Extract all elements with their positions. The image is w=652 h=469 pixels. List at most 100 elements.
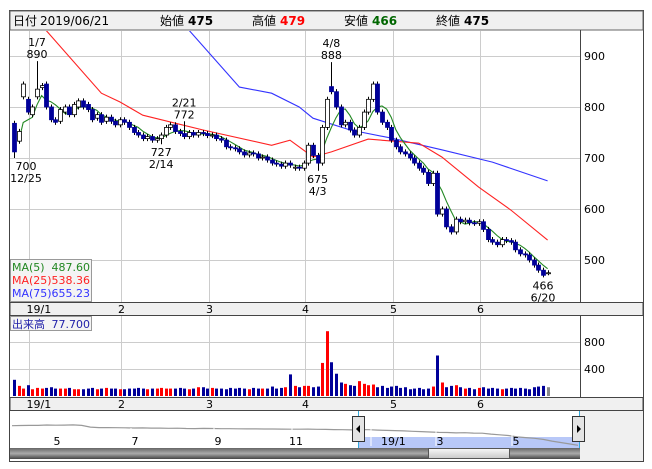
candle-body-down	[224, 139, 229, 148]
candle-body-up	[306, 144, 311, 164]
volume-bar	[257, 388, 260, 396]
navigator-label: 7	[132, 435, 139, 448]
volume-bar	[137, 387, 140, 396]
volume-bar	[372, 384, 375, 396]
candle-body-down	[398, 146, 403, 153]
price-tick-label: 700	[584, 152, 605, 165]
volume-bar	[478, 387, 481, 396]
volume-bar	[487, 388, 490, 396]
volume-bar	[321, 362, 324, 396]
candle-body-down	[329, 86, 334, 93]
volume-bar	[533, 387, 536, 396]
volume-bar	[174, 388, 177, 396]
volume-tick-label: 400	[584, 363, 605, 376]
volume-bar	[399, 387, 402, 396]
candle	[320, 124, 325, 166]
volume-bar	[91, 387, 94, 396]
low-label: 安値	[344, 13, 368, 28]
candle-body-down	[182, 133, 187, 137]
candle-body-up	[454, 218, 459, 233]
volume-bar	[376, 387, 379, 396]
candle-body-down	[504, 239, 509, 242]
candle-body-up	[431, 172, 436, 184]
volume-bar	[27, 385, 30, 396]
candle-body-down	[90, 109, 95, 121]
candle-body-up	[155, 138, 160, 141]
volume-bar	[211, 387, 214, 396]
candle-body-up	[30, 106, 35, 116]
month-label: 2	[118, 303, 125, 316]
candle-body-down	[389, 127, 394, 141]
candle-body-down	[265, 156, 270, 161]
candle-body-down	[412, 157, 417, 164]
candle-body-down	[99, 114, 104, 123]
navigator-label: 9	[215, 435, 222, 448]
volume-bar	[229, 387, 232, 396]
candle-body-down	[444, 208, 449, 228]
volume-bar	[160, 387, 163, 396]
candle	[21, 81, 26, 100]
volume-bar	[248, 389, 251, 396]
candle-body-down	[536, 264, 541, 271]
volume-bar	[284, 387, 287, 396]
scrollbar-thumb[interactable]	[428, 448, 510, 459]
navigator-left-handle[interactable]	[352, 416, 365, 442]
volume-value: 77.700	[52, 318, 91, 331]
candle-body-down	[228, 146, 233, 149]
candle-body-up	[17, 131, 22, 142]
volume-bar	[183, 388, 186, 396]
candle-body-down	[375, 83, 380, 113]
candle-body-down	[426, 171, 431, 184]
candle-body-up	[76, 100, 81, 108]
candle	[435, 170, 440, 217]
candle-body-down	[348, 121, 353, 131]
candle-body-down	[256, 153, 261, 159]
volume-bar	[473, 389, 476, 396]
navigator-right-handle[interactable]	[572, 416, 585, 442]
ma-legend: MA(5) 487.60 MA(25) 538.36 MA(75) 655.23	[10, 259, 92, 302]
volume-bar	[358, 381, 361, 396]
month-label: 5	[390, 303, 397, 316]
volume-bar	[436, 355, 439, 396]
volume-bar	[335, 373, 338, 396]
volume-bar	[128, 388, 131, 396]
candle-body-down	[316, 155, 321, 164]
candle-body-up	[145, 136, 150, 140]
volume-bar	[505, 388, 508, 396]
candle-body-up	[63, 106, 68, 113]
candle-body-down	[352, 129, 357, 136]
price-tick-label: 800	[584, 101, 605, 114]
candle-body-down	[109, 116, 114, 122]
volume-bar	[188, 389, 191, 396]
volume-bar	[87, 388, 90, 396]
volume-bar	[482, 387, 485, 396]
volume-bar	[390, 386, 393, 396]
extreme-value: 772	[174, 108, 195, 121]
ma75-label: MA(75)	[12, 287, 52, 300]
candle-body-up	[440, 208, 445, 215]
volume-bar	[169, 388, 172, 396]
volume-bar	[326, 331, 329, 396]
volume-bar	[54, 388, 57, 396]
candle	[426, 169, 431, 187]
candle-body-up	[477, 221, 482, 224]
volume-bar	[303, 385, 306, 396]
month-label: 3	[206, 398, 213, 411]
candle-body-up	[164, 127, 169, 136]
candle-body-up	[546, 272, 551, 275]
candle-body-down	[214, 134, 219, 140]
volume-bar	[468, 387, 471, 396]
open-label: 始値	[160, 13, 184, 28]
candle-body-up	[35, 88, 40, 98]
month-axis-bar-2	[9, 397, 644, 411]
price-tick-label: 900	[584, 50, 605, 63]
candle-body-down	[136, 132, 141, 136]
volume-bar	[537, 386, 540, 396]
candle-body-down	[141, 134, 146, 140]
candle	[444, 206, 449, 230]
candle-body-up	[302, 162, 307, 169]
candle-body-down	[26, 98, 31, 113]
candle-body-down	[421, 167, 426, 173]
price-tick-label: 500	[584, 254, 605, 267]
candle-body-up	[247, 152, 252, 156]
